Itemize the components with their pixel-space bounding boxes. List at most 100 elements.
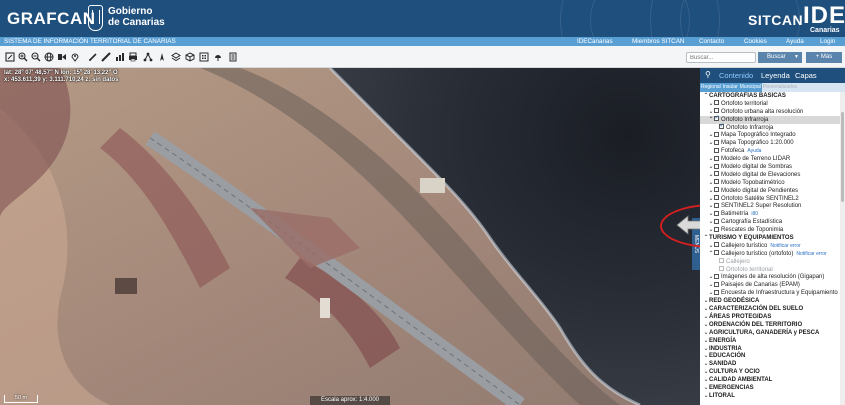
zoom-in-icon[interactable] (18, 52, 28, 62)
chart-icon[interactable] (115, 52, 125, 62)
layer-checkbox[interactable] (714, 179, 719, 185)
layer-row[interactable]: ⌄ Cartografía Estadística (700, 218, 840, 226)
network-icon[interactable] (143, 52, 153, 62)
layer-checkbox[interactable] (714, 171, 719, 177)
nav-link-idecanarias[interactable]: IDECanarias (577, 37, 613, 46)
layer-checkbox[interactable] (714, 218, 719, 224)
weather-icon[interactable] (213, 52, 223, 62)
layer-row[interactable]: ⌄ Ortofoto territorial (700, 100, 840, 108)
layer-checkbox[interactable] (714, 210, 719, 216)
category-row[interactable]: ⌄CULTURA Y OCIO (700, 368, 840, 376)
layer-row[interactable]: ⌃ Callejero turístico (ortofoto) Notificar… (700, 250, 840, 258)
measure-icon[interactable] (5, 52, 15, 62)
layer-row[interactable]: ⌄ Encuesta de Infraestructura y Equipamie… (700, 289, 840, 297)
tab-contenido[interactable]: Contenido (719, 71, 753, 80)
layer-row[interactable]: Callejero (700, 258, 840, 266)
layer-checkbox[interactable] (719, 258, 724, 264)
sitcan-logo[interactable]: SITCAN (748, 12, 803, 28)
layer-row[interactable]: ⌄ Ortofoto urbana alta resolución (700, 108, 840, 116)
layer-row[interactable]: ⌄ Modelo digital de Pendientes (700, 187, 840, 195)
grafcan-logo[interactable]: GRAFCAN (7, 9, 96, 29)
layer-row[interactable]: Fotofeca Ayuda (700, 147, 840, 155)
layer-note-link[interactable]: Notificar error (770, 243, 800, 249)
layer-checkbox[interactable] (714, 242, 719, 248)
cube-icon[interactable] (185, 52, 195, 62)
category-row[interactable]: ⌄AGRICULTURA, GANADERÍA y PESCA (700, 329, 840, 337)
layer-checkbox[interactable] (714, 250, 719, 256)
layer-checkbox[interactable] (714, 139, 719, 145)
layer-checkbox[interactable] (714, 114, 720, 122)
search-icon[interactable]: ⚲ (705, 70, 711, 79)
category-row[interactable]: ⌃CARTOGRAFÍAS BÁSICAS (700, 92, 840, 100)
layer-checkbox[interactable] (714, 195, 719, 201)
ruler-icon[interactable] (101, 52, 111, 62)
category-row[interactable]: ⌄ENERGÍA (700, 337, 840, 345)
category-row[interactable]: ⌃TURISMO Y EQUIPAMIENTOS (700, 234, 840, 242)
more-button[interactable]: + Más (806, 52, 842, 63)
subtab-personalizados[interactable]: Personalizados (762, 83, 798, 92)
layer-row[interactable]: ⌄ Imágenes de alta resolución (Gigapan) (700, 273, 840, 281)
layer-row[interactable]: Ortofoto Infrarroja (700, 122, 840, 132)
nav-link-cookies[interactable]: Cookies (744, 37, 767, 46)
category-row[interactable]: ⌄RED GEODÉSICA (700, 297, 840, 305)
layer-row[interactable]: ⌄ Modelo de Terreno LIDAR (700, 155, 840, 163)
layer-checkbox[interactable] (714, 155, 719, 161)
layer-checkbox[interactable] (719, 122, 725, 130)
layer-row[interactable]: ⌄ Mapa Topográfico Integrado (700, 131, 840, 139)
scrollbar-thumb[interactable] (841, 112, 844, 202)
layer-row[interactable]: ⌄ SENTINEL2 Super Resolution (700, 202, 840, 210)
layer-row[interactable]: ⌄ Paisajes de Canarias (EPAM) (700, 281, 840, 289)
layer-note-link[interactable]: i80 (751, 211, 758, 217)
subtab-regional[interactable]: Regional (700, 83, 722, 92)
layer-row[interactable]: ⌄ Mapa Topográfico 1:20.000 (700, 139, 840, 147)
layer-checkbox[interactable] (714, 202, 719, 208)
layer-checkbox[interactable] (714, 281, 719, 287)
layer-checkbox[interactable] (714, 131, 719, 137)
share-icon[interactable] (57, 52, 67, 62)
map-view[interactable]: lat: 28º 07' 48,57" N lon: 15º 28' 13,22… (0, 68, 700, 405)
category-row[interactable]: ⌄CARACTERIZACIÓN DEL SUELO (700, 305, 840, 313)
category-row[interactable]: ⌄ÁREAS PROTEGIDAS (700, 313, 840, 321)
location-icon[interactable] (70, 52, 80, 62)
layer-checkbox[interactable] (714, 226, 719, 232)
nav-link-ayuda[interactable]: Ayuda (786, 37, 804, 46)
category-row[interactable]: ⌄EMERGENCIAS (700, 384, 840, 392)
document-icon[interactable] (228, 52, 238, 62)
globe-icon[interactable] (44, 52, 54, 62)
building-icon[interactable] (199, 52, 209, 62)
panel-scrollbar[interactable] (840, 92, 845, 405)
layer-row[interactable]: ⌄ Callejero turístico Notificar error (700, 242, 840, 250)
category-row[interactable]: ⌄EDUCACIÓN (700, 352, 840, 360)
compass-icon[interactable] (157, 52, 167, 62)
layer-note-link[interactable]: Ayuda (747, 148, 761, 154)
category-row[interactable]: ⌄LITORAL (700, 392, 840, 400)
layer-row[interactable]: ⌄ Rescates de Toponimia (700, 226, 840, 234)
layer-checkbox[interactable] (719, 266, 724, 272)
layer-checkbox[interactable] (714, 100, 719, 106)
nav-link-miembros[interactable]: Miembros SITCAN (632, 37, 684, 46)
layer-row[interactable]: ⌄ Modelo digital de Elevaciones (700, 171, 840, 179)
layer-note-link[interactable]: Notificar error (796, 251, 826, 257)
category-row[interactable]: ⌄ORDENACIÓN DEL TERRITORIO (700, 321, 840, 329)
layer-checkbox[interactable] (714, 187, 719, 193)
category-row[interactable]: ⌄INDUSTRIA (700, 345, 840, 353)
layer-checkbox[interactable] (714, 273, 719, 279)
nav-link-login[interactable]: Login (820, 37, 835, 46)
ide-logo[interactable]: IDE (803, 4, 845, 28)
layer-checkbox[interactable] (714, 147, 719, 153)
layer-row[interactable]: ⌄ Modelo Topobatimétrico (700, 179, 840, 187)
layer-row[interactable]: ⌄ Ortofoto Satélite SENTINEL2 (700, 195, 840, 203)
zoom-out-icon[interactable] (31, 52, 41, 62)
draw-icon[interactable] (88, 52, 98, 62)
nav-link-contacto[interactable]: Contacto (699, 37, 724, 46)
category-row[interactable]: ⌄SANIDAD (700, 360, 840, 368)
tab-capas[interactable]: Capas (795, 71, 817, 80)
search-button[interactable]: Buscar ▼ (758, 52, 802, 63)
subtab-insular[interactable]: Insular (721, 83, 739, 92)
layer-checkbox[interactable] (714, 289, 719, 295)
tab-leyenda[interactable]: Leyenda (761, 71, 790, 80)
layer-row[interactable]: ⌄ Batimetría i80 (700, 210, 840, 218)
subtab-municipal[interactable]: Municipal (738, 83, 762, 92)
category-row[interactable]: ⌄CALIDAD AMBIENTAL (700, 376, 840, 384)
layer-row[interactable]: Ortofoto territorial (700, 266, 840, 274)
